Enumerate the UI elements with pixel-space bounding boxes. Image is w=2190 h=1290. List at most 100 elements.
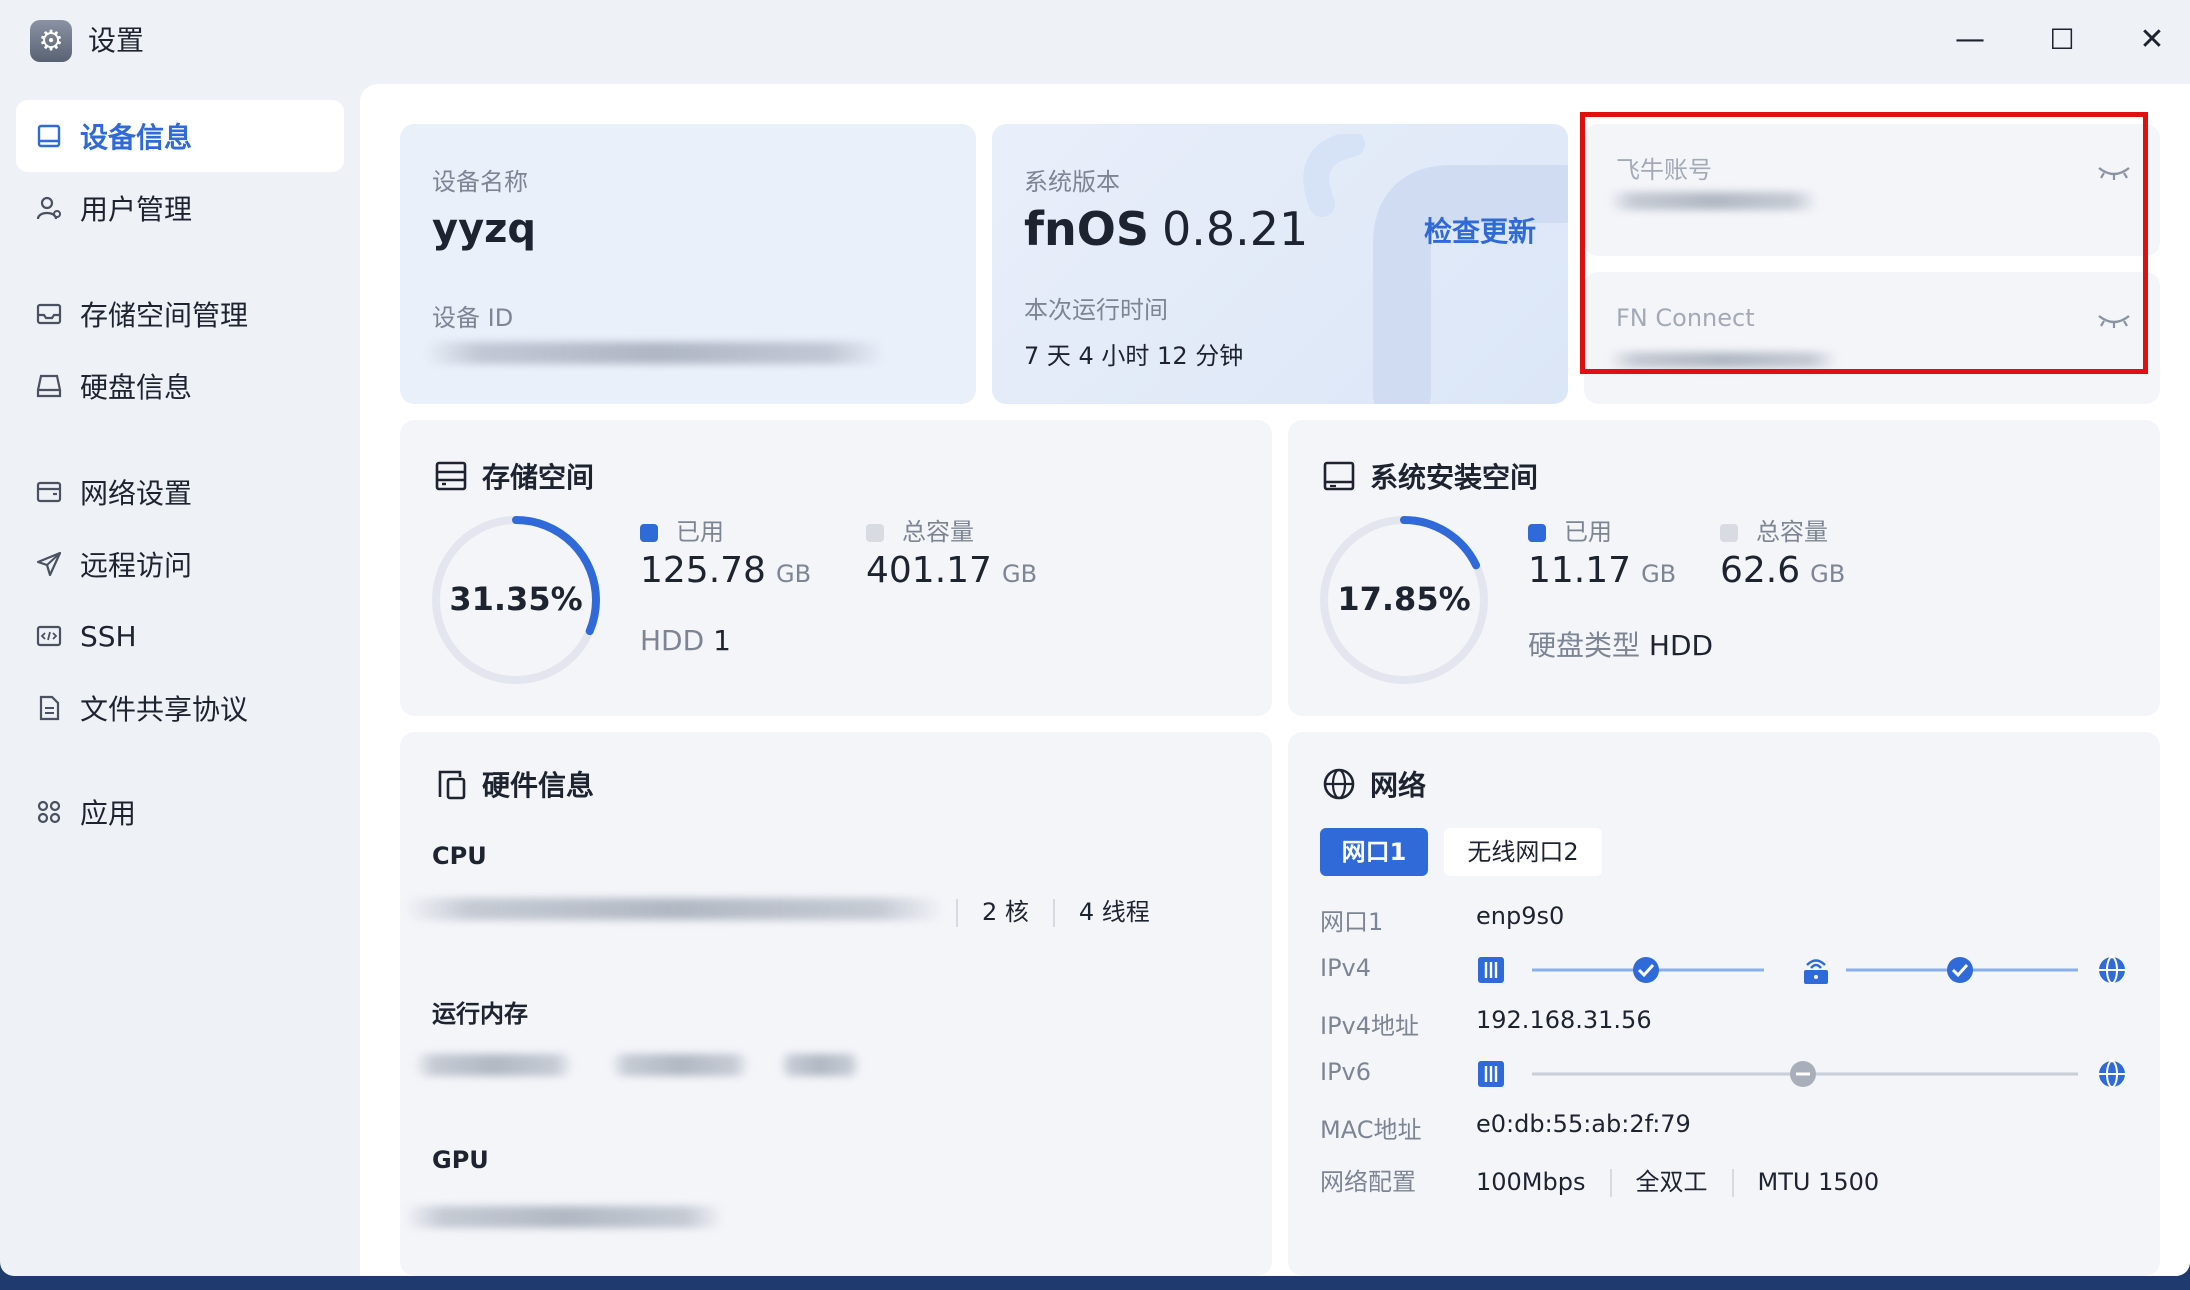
mac-value: e0:db:55:ab:2f:79 — [1476, 1110, 1691, 1138]
tab-port-1[interactable]: 网口1 — [1320, 828, 1428, 876]
settings-gear-icon: ⚙ — [30, 20, 72, 62]
storage-disk-count: 1 — [713, 624, 731, 657]
storage-used-label: 已用 — [676, 518, 724, 546]
sidebar-item-remote-access[interactable]: 远程访问 — [16, 528, 344, 600]
hard-drive-icon — [34, 371, 64, 401]
sidebar-item-disk-info[interactable]: 硬盘信息 — [16, 350, 344, 422]
system-total-value: 62.6 — [1720, 550, 1801, 591]
maximize-button[interactable]: ☐ — [2034, 18, 2090, 62]
network-config-label: 网络配置 — [1320, 1168, 1416, 1196]
system-total-label: 总容量 — [1756, 518, 1828, 546]
used-legend-swatch — [1528, 524, 1546, 542]
system-disk-icon — [1323, 461, 1355, 491]
os-version: 0.8.21 — [1162, 202, 1309, 256]
cpu-threads: 4 线程 — [1078, 898, 1150, 926]
document-icon — [34, 693, 64, 723]
device-name-label: 设备名称 — [432, 168, 528, 196]
sidebar-item-label: SSH — [80, 619, 137, 653]
separator — [1052, 899, 1055, 927]
ipv4-address-value: 192.168.31.56 — [1476, 1006, 1652, 1034]
network-title: 网络 — [1322, 764, 1426, 804]
sidebar-item-file-sharing[interactable]: 文件共享协议 — [16, 672, 344, 744]
sidebar-item-label: 网络设置 — [80, 477, 193, 510]
send-icon — [34, 549, 64, 579]
sidebar-item-label: 用户管理 — [80, 193, 193, 226]
used-legend-swatch — [640, 524, 658, 542]
inbox-icon — [34, 299, 64, 329]
storage-card: 存储空间 31.35% 已用 125.78 GB 总容量 401.17 GB HDD… — [400, 420, 1272, 716]
system-total: 62.6 GB — [1720, 550, 1845, 591]
storage-total-unit: GB — [1001, 560, 1038, 588]
storage-total-legend: 总容量 — [866, 512, 974, 547]
ipv4-address-label: IPv4地址 — [1320, 1012, 1420, 1040]
network-config-values: 100Mbps 全双工 MTU 1500 — [1476, 1162, 1879, 1197]
os-name: fnOS — [1024, 202, 1149, 256]
system-space-title: 系统安装空间 — [1322, 456, 1538, 496]
system-used-label: 已用 — [1564, 518, 1612, 546]
storage-used: 125.78 GB — [640, 550, 811, 591]
cpu-model-redacted — [404, 898, 944, 920]
hardware-card: 硬件信息 CPU 2 核 4 线程 运行内存 GPU — [400, 732, 1272, 1276]
ipv4-label: IPv4 — [1320, 954, 1372, 982]
sidebar-item-label: 硬盘信息 — [80, 371, 193, 404]
memory-redacted-2 — [610, 1054, 750, 1076]
monitor-icon — [34, 121, 64, 151]
sidebar-item-label: 文件共享协议 — [80, 693, 249, 726]
sidebar-item-network-settings[interactable]: 网络设置 — [16, 456, 344, 528]
sidebar-item-label: 远程访问 — [80, 549, 193, 582]
device-id-label: 设备 ID — [432, 304, 514, 332]
storage-disk-type: HDD — [640, 624, 705, 657]
storage-percent: 31.35% — [449, 580, 583, 618]
system-space-percent: 17.85% — [1337, 580, 1471, 618]
nas-device-icon — [1478, 957, 1504, 983]
uptime-value: 7 天 4 小时 12 分钟 — [1024, 342, 1244, 370]
storage-disk-summary: HDD 1 — [640, 624, 731, 657]
devices-icon — [438, 770, 466, 800]
sidebar-item-user-management[interactable]: 用户管理 — [16, 172, 344, 244]
gpu-model-redacted — [404, 1206, 724, 1228]
separator — [1731, 1169, 1734, 1197]
minimize-button[interactable]: — — [1942, 18, 1998, 62]
cpu-specs: 2 核 4 线程 — [956, 892, 1150, 927]
tab-wireless-port-2[interactable]: 无线网口2 — [1444, 828, 1602, 876]
system-total-legend: 总容量 — [1720, 512, 1828, 547]
duplex-mode: 全双工 — [1635, 1168, 1708, 1196]
check-update-link[interactable]: 检查更新 — [1424, 210, 1536, 250]
cpu-label: CPU — [432, 842, 487, 870]
cpu-cores: 2 核 — [982, 898, 1029, 926]
link-speed: 100Mbps — [1476, 1168, 1586, 1196]
port-value: enp9s0 — [1476, 902, 1565, 930]
sidebar-item-label: 设备信息 — [80, 121, 193, 154]
memory-redacted-3 — [780, 1054, 860, 1076]
storage-total: 401.17 GB — [866, 550, 1037, 591]
sidebar-item-label: 应用 — [80, 797, 137, 830]
close-button[interactable]: ✕ — [2124, 18, 2180, 62]
device-name-value: yyzq — [432, 206, 537, 252]
storage-title-text: 存储空间 — [482, 461, 595, 494]
device-card: 设备名称 yyzq 设备 ID — [400, 124, 976, 404]
system-used-legend: 已用 — [1528, 512, 1612, 547]
check-circle-icon — [1633, 957, 1659, 983]
check-circle-icon — [1947, 957, 1973, 983]
separator — [1609, 1169, 1612, 1197]
storage-total-label: 总容量 — [902, 518, 974, 546]
sidebar-item-label: 存储空间管理 — [80, 299, 249, 332]
system-used: 11.17 GB — [1528, 550, 1676, 591]
system-disk-type-label: 硬盘类型 — [1528, 629, 1641, 662]
title-bar: ⚙ 设置 — ☐ ✕ — [0, 0, 2190, 80]
network-panel-icon — [34, 477, 64, 507]
sidebar-item-ssh[interactable]: SSH — [16, 600, 344, 672]
code-icon — [34, 621, 64, 651]
highlight-box — [1580, 112, 2148, 374]
system-total-unit: GB — [1810, 560, 1846, 588]
device-id-redacted — [424, 342, 884, 364]
sidebar-item-apps[interactable]: 应用 — [16, 776, 344, 848]
memory-redacted-1 — [414, 1054, 574, 1076]
sidebar-item-storage-management[interactable]: 存储空间管理 — [16, 278, 344, 350]
hardware-title: 硬件信息 — [434, 764, 594, 804]
storage-total-value: 401.17 — [866, 550, 992, 591]
storage-used-unit: GB — [775, 560, 812, 588]
uptime-label: 本次运行时间 — [1024, 296, 1168, 324]
ipv4-connection-diagram — [1478, 956, 2125, 984]
sidebar-item-device-info[interactable]: 设备信息 — [16, 100, 344, 172]
